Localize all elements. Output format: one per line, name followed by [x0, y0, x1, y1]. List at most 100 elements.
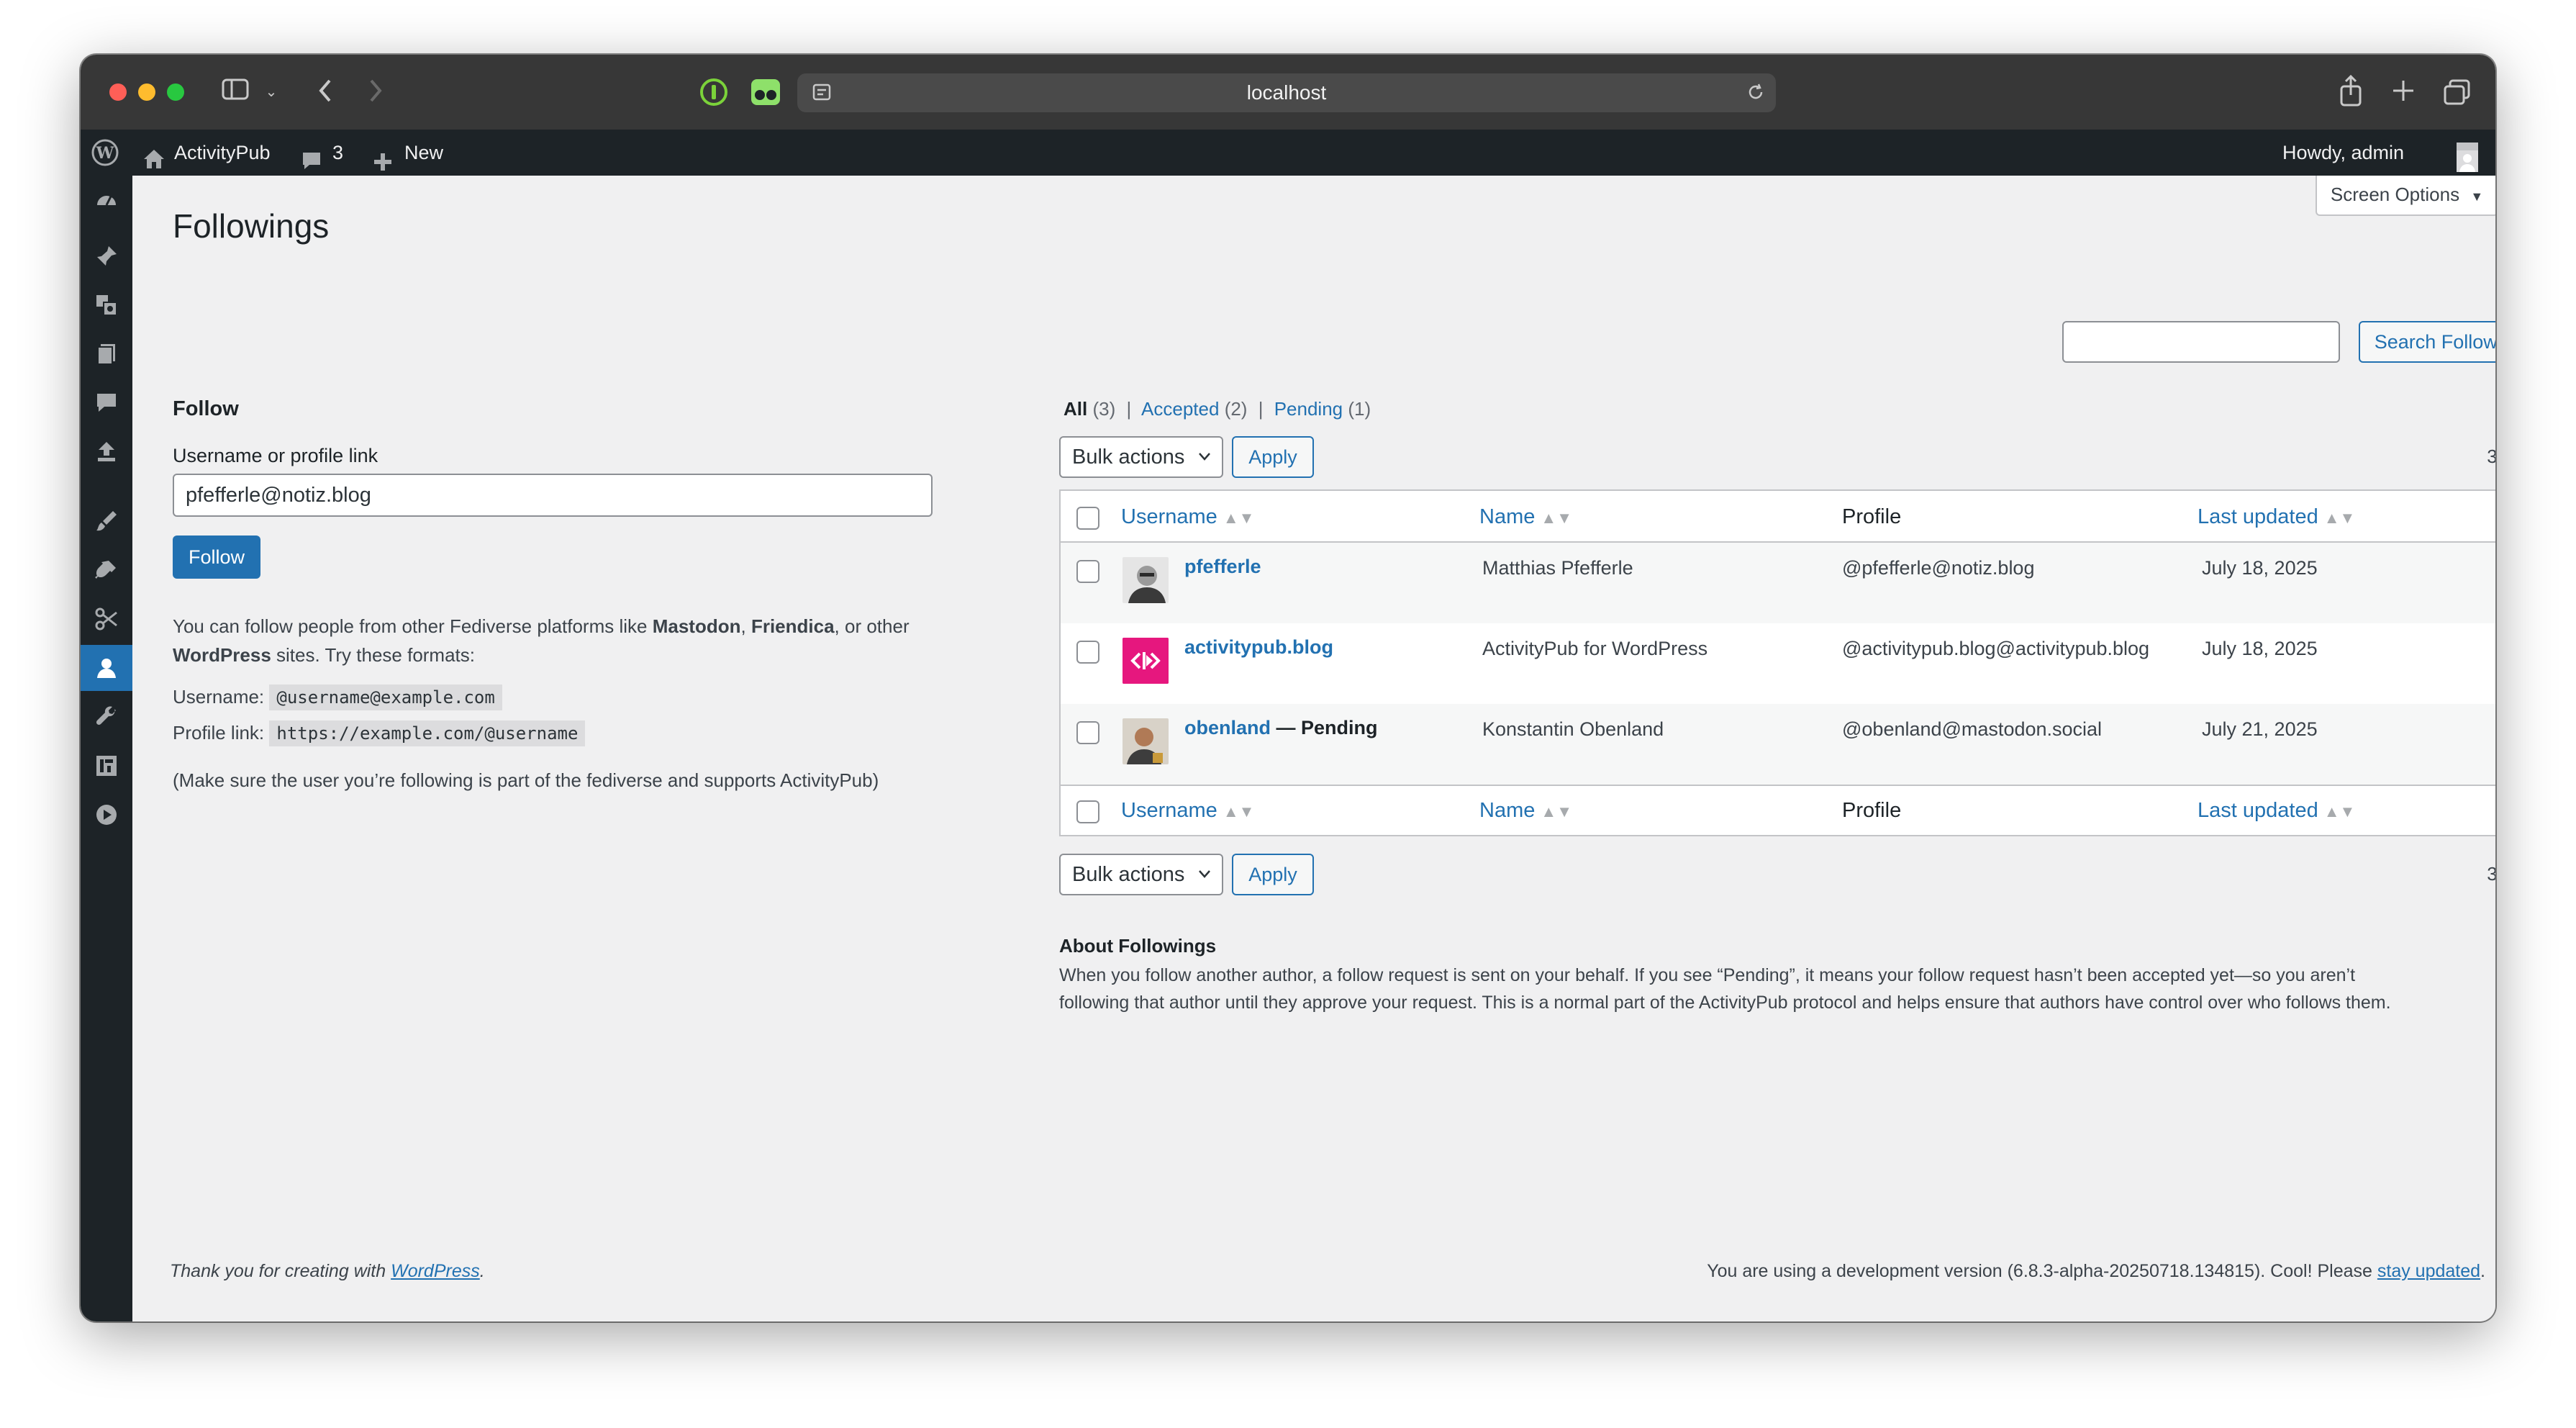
column-updated-label: Last updated — [2198, 799, 2318, 822]
comments-icon[interactable] — [81, 380, 132, 426]
bulk-actions-label: Bulk actions — [1072, 863, 1185, 886]
appearance-brush-icon[interactable] — [81, 498, 132, 544]
sort-icon: ▲▼ — [2323, 509, 2356, 527]
row-username: pfefferle — [1184, 556, 1261, 577]
filter-pending-count: (1) — [1348, 398, 1371, 420]
chevron-down-icon[interactable]: ⌄ — [260, 78, 282, 107]
row-last-updated: July 18, 2025 — [2202, 557, 2318, 579]
username-format-example: @username@example.com — [269, 684, 502, 710]
activitypub-upload-icon[interactable] — [81, 429, 132, 475]
chevron-down-icon — [1197, 438, 1212, 489]
about-heading: About Followings — [1059, 935, 1217, 957]
address-bar[interactable]: localhost — [797, 73, 1776, 112]
column-name[interactable]: Name ▲▼ — [1479, 797, 1572, 825]
back-icon[interactable] — [311, 78, 340, 107]
column-username[interactable]: Username ▲▼ — [1121, 797, 1254, 825]
tools-scissors-icon[interactable] — [81, 596, 132, 642]
minimize-window-button[interactable] — [138, 83, 155, 101]
plugins-icon[interactable] — [81, 547, 132, 593]
account-menu[interactable]: Howdy, admin — [2282, 130, 2491, 176]
sort-icon: ▲▼ — [1541, 509, 1572, 527]
sidebar-toggle-icon[interactable] — [217, 78, 253, 107]
column-name[interactable]: Name ▲▼ — [1479, 504, 1572, 531]
status-filters: All (3) | Accepted (2) | Pending (1) — [1063, 396, 1371, 422]
posts-pin-icon[interactable] — [81, 233, 132, 279]
profile-format-example: https://example.com/@username — [269, 720, 586, 746]
apply-button-top[interactable]: Apply — [1232, 436, 1314, 478]
row-profile-link[interactable]: @pfefferle@notiz.blog — [1842, 556, 2034, 580]
follow-username-input[interactable]: pfefferle@notiz.blog — [173, 474, 933, 517]
site-name-link[interactable]: ActivityPub — [142, 130, 315, 176]
bulk-actions-select-bottom[interactable]: Bulk actions — [1059, 854, 1223, 895]
row-username-link[interactable]: pfefferle — [1184, 556, 1261, 578]
new-label: New — [404, 142, 444, 163]
stay-updated-link[interactable]: stay updated — [2377, 1261, 2480, 1281]
tools-wrench-icon[interactable] — [81, 694, 132, 740]
filter-all[interactable]: All — [1063, 398, 1087, 420]
column-last-updated[interactable]: Last updated ▲▼ — [2198, 504, 2355, 531]
sort-icon: ▲▼ — [2323, 803, 2356, 821]
row-checkbox[interactable] — [1076, 560, 1099, 583]
profile-format-row: Profile link: https://example.com/@usern… — [173, 718, 586, 748]
select-all-checkbox[interactable] — [1076, 507, 1099, 530]
new-tab-icon[interactable] — [2390, 78, 2419, 107]
caret-down-icon: ▼ — [2470, 189, 2484, 204]
password-manager-icon[interactable] — [699, 78, 728, 107]
greeting-text: Howdy, admin — [2282, 142, 2405, 163]
screen-options-button[interactable]: Screen Options ▼ — [2316, 176, 2495, 216]
row-checkbox[interactable] — [1076, 721, 1099, 744]
zoom-window-button[interactable] — [167, 83, 184, 101]
browser-window: ⌄ localhost W ActivityPub 3 New Howdy, a… — [81, 55, 2495, 1321]
settings-icon[interactable] — [81, 743, 132, 789]
tab-overview-icon[interactable] — [2442, 78, 2471, 107]
search-followings-button[interactable]: Search Followings — [2359, 321, 2495, 363]
wordpress-logo-icon[interactable]: W — [91, 130, 122, 176]
footer-wordpress-link[interactable]: WordPress — [391, 1261, 480, 1281]
follow-field-label: Username or profile link — [173, 445, 378, 466]
close-window-button[interactable] — [109, 83, 127, 101]
column-username-label: Username — [1121, 505, 1217, 528]
page-title: Followings — [173, 207, 330, 245]
dashboard-icon[interactable] — [81, 176, 132, 222]
column-username[interactable]: Username ▲▼ — [1121, 504, 1254, 531]
row-username: activitypub.blog — [1184, 636, 1334, 658]
items-count-bottom: 3 items — [2487, 863, 2495, 885]
row-profile-link[interactable]: @activitypub.blog@activitypub.blog — [1842, 636, 2149, 661]
apply-button-bottom[interactable]: Apply — [1232, 854, 1314, 895]
reload-icon[interactable] — [1746, 82, 1767, 104]
column-username-label: Username — [1121, 799, 1217, 822]
follow-button[interactable]: Follow — [173, 536, 260, 579]
about-line-1: When you follow another author, a follow… — [1059, 965, 2356, 985]
collapse-menu-icon[interactable] — [81, 792, 132, 838]
select-all-checkbox[interactable] — [1076, 800, 1099, 823]
column-profile: Profile — [1842, 505, 1902, 528]
activitypub-logo-icon — [1123, 638, 1169, 684]
comments-count: 3 — [332, 142, 344, 163]
media-icon[interactable] — [81, 282, 132, 328]
column-last-updated[interactable]: Last updated ▲▼ — [2198, 797, 2355, 825]
users-icon[interactable] — [81, 645, 132, 691]
filter-pending[interactable]: Pending — [1274, 398, 1343, 420]
help-text-2: sites. Try these formats: — [276, 644, 476, 666]
filter-accepted[interactable]: Accepted — [1141, 398, 1219, 420]
row-username-link[interactable]: obenland — Pending — [1184, 717, 1378, 739]
home-icon — [142, 141, 165, 168]
extension-icon[interactable] — [750, 78, 781, 107]
column-name-label: Name — [1479, 799, 1536, 822]
screen-options-label: Screen Options — [2330, 184, 2460, 205]
column-name-label: Name — [1479, 505, 1536, 528]
chevron-down-icon — [1197, 855, 1212, 907]
row-checkbox[interactable] — [1076, 641, 1099, 664]
new-content-link[interactable]: New — [373, 130, 459, 176]
share-icon[interactable] — [2339, 74, 2367, 108]
svg-text:W: W — [96, 144, 114, 163]
comments-link[interactable]: 3 — [301, 130, 366, 176]
row-profile-link[interactable]: @obenland@mastodon.social — [1842, 717, 2102, 741]
row-username-link[interactable]: activitypub.blog — [1184, 636, 1333, 659]
search-input[interactable] — [2062, 321, 2340, 363]
forward-icon[interactable] — [361, 78, 390, 107]
bulk-actions-select-top[interactable]: Bulk actions — [1059, 436, 1223, 478]
pages-icon[interactable] — [81, 331, 132, 377]
follow-note: (Make sure the user you’re following is … — [173, 769, 879, 791]
footer-period: . — [2480, 1261, 2485, 1281]
